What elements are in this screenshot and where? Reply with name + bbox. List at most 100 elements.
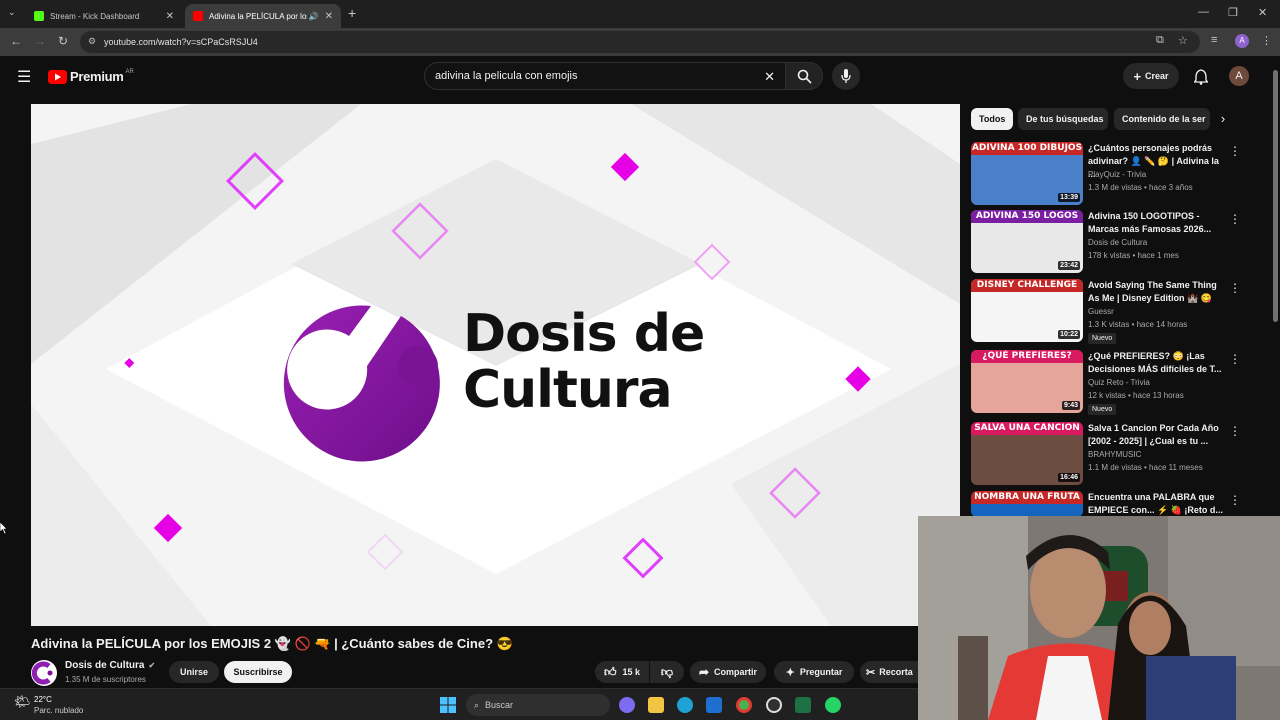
share-button[interactable]: ➦ Compartir bbox=[690, 661, 766, 683]
recommendation-thumbnail[interactable]: ¿QUÉ PREFIERES? 9:43 bbox=[971, 350, 1083, 413]
back-icon[interactable]: ← bbox=[10, 34, 22, 48]
page-scrollbar[interactable] bbox=[1271, 56, 1280, 516]
tab-search-icon[interactable]: ⌄ bbox=[8, 7, 16, 18]
recommendation-item[interactable]: NOMBRA UNA FRUTA Encuentra una PALABRA qu… bbox=[971, 491, 1261, 517]
browser-tab-bar: ⌄ Stream - Kick Dashboard ✕ Adivina la P… bbox=[0, 0, 1280, 28]
site-info-icon[interactable]: ⚙ bbox=[88, 36, 96, 47]
close-tab-icon[interactable]: ✕ bbox=[166, 11, 174, 22]
subscribe-button[interactable]: Suscribirse bbox=[224, 661, 292, 683]
search-button[interactable] bbox=[785, 62, 823, 90]
recommendation-channel[interactable]: BRAHYMUSIC bbox=[1088, 450, 1141, 459]
copilot-icon[interactable] bbox=[619, 697, 635, 713]
recommendation-thumbnail[interactable]: ADIVINA 100 DIBUJOS 13:39 bbox=[971, 142, 1083, 205]
tab-kick-dashboard[interactable]: Stream - Kick Dashboard ✕ bbox=[26, 4, 182, 28]
restore-icon[interactable]: ❐ bbox=[1228, 6, 1238, 19]
more-actions-icon[interactable]: ⋮ bbox=[1229, 281, 1241, 295]
address-bar[interactable]: ⚙ youtube.com/watch?v=sCPaCsRSJU4 bbox=[80, 31, 1200, 53]
chip-series-content[interactable]: Contenido de la ser bbox=[1114, 108, 1210, 130]
scrollbar-thumb[interactable] bbox=[1273, 70, 1278, 322]
youtube-favicon-icon bbox=[193, 11, 203, 21]
recommendation-channel[interactable]: Quiz Reto - Trivia bbox=[1088, 378, 1150, 387]
join-button[interactable]: Unirse bbox=[169, 661, 219, 683]
subscriber-count: 1.35 M de suscriptores bbox=[65, 675, 146, 684]
more-actions-icon[interactable]: ⋮ bbox=[1229, 424, 1241, 438]
video-player[interactable]: Dosis de Cultura bbox=[31, 104, 960, 626]
chip-from-searches[interactable]: De tus búsquedas bbox=[1018, 108, 1108, 130]
install-app-icon[interactable]: ⧉ bbox=[1156, 34, 1164, 47]
speaker-icon[interactable]: 🔊 bbox=[309, 12, 319, 21]
ask-button[interactable]: ✦ Preguntar bbox=[774, 661, 854, 683]
more-actions-icon[interactable]: ⋮ bbox=[1229, 493, 1241, 507]
recommendation-channel[interactable]: PlayQuiz - Trivia bbox=[1088, 170, 1146, 179]
recommendation-thumbnail[interactable]: SALVA UNA CANCION 16:46 bbox=[971, 422, 1083, 485]
edge-icon[interactable] bbox=[677, 697, 693, 713]
clip-button[interactable]: ✂ Recorta bbox=[860, 661, 918, 683]
temperature: 22°C bbox=[34, 695, 52, 704]
chip-all[interactable]: Todos bbox=[971, 108, 1013, 130]
file-explorer-icon[interactable] bbox=[648, 697, 664, 713]
profile-avatar[interactable]: A bbox=[1235, 34, 1249, 48]
thumbnail-banner: SALVA UNA CANCION bbox=[971, 422, 1083, 435]
more-actions-icon[interactable]: ⋮ bbox=[1229, 144, 1241, 158]
windows-start-icon[interactable] bbox=[440, 697, 456, 713]
youtube-logo[interactable]: Premium AR bbox=[48, 69, 134, 84]
share-icon: ➦ bbox=[698, 665, 710, 679]
excel-icon[interactable] bbox=[795, 697, 811, 713]
create-button[interactable]: + Crear bbox=[1123, 63, 1179, 89]
chrome-icon[interactable] bbox=[736, 697, 752, 713]
chips-next-icon[interactable]: › bbox=[1212, 108, 1234, 130]
new-tab-button[interactable]: + bbox=[348, 5, 356, 21]
recommendation-channel[interactable]: Dosis de Cultura bbox=[1088, 238, 1147, 247]
recommendation-item[interactable]: DISNEY CHALLENGE 10:22 Avoid Saying The Sa… bbox=[971, 279, 1261, 345]
recommendation-title[interactable]: Adivina 150 LOGOTIPOS - Marcas más Famos… bbox=[1088, 210, 1223, 236]
clear-search-icon[interactable]: ✕ bbox=[764, 69, 775, 85]
recommendation-item[interactable]: ¿QUÉ PREFIERES? 9:43 ¿Qué PREFIERES? 😳 ¡La… bbox=[971, 350, 1261, 416]
like-button[interactable]: 👍︎ 15 k bbox=[595, 661, 649, 683]
recommendation-title[interactable]: Salva 1 Cancion Por Cada Año [2002 - 202… bbox=[1088, 422, 1223, 448]
search-input[interactable]: adivina la pelicula con emojis ✕ bbox=[424, 62, 786, 90]
recommendation-thumbnail[interactable]: ADIVINA 150 LOGOS 23:42 bbox=[971, 210, 1083, 273]
video-title: Adivina la PELÍCULA por los EMOJIS 2 👻 🚫… bbox=[31, 636, 513, 651]
channel-logo-icon bbox=[31, 661, 53, 685]
recommendation-thumbnail[interactable]: DISNEY CHALLENGE 10:22 bbox=[971, 279, 1083, 342]
channel-avatar[interactable] bbox=[31, 660, 57, 686]
recommendation-title[interactable]: Avoid Saying The Same Thing As Me | Disn… bbox=[1088, 279, 1223, 305]
minimize-icon[interactable]: — bbox=[1198, 6, 1209, 18]
thumbnail-banner: NOMBRA UNA FRUTA bbox=[971, 491, 1083, 504]
logo-line-2: Cultura bbox=[463, 360, 673, 420]
more-actions-icon[interactable]: ⋮ bbox=[1229, 212, 1241, 226]
tab-media-icon[interactable]: ≡ bbox=[1211, 34, 1217, 46]
windows-taskbar: 🌤︎ 22°C Parc. nublado ⌕ Buscar bbox=[0, 688, 918, 720]
more-actions-icon[interactable]: ⋮ bbox=[1229, 352, 1241, 366]
recommendation-title[interactable]: Encuentra una PALABRA que EMPIECE con...… bbox=[1088, 491, 1223, 517]
tab-youtube-video[interactable]: Adivina la PELÍCULA por los 🔊 ✕ bbox=[185, 4, 341, 28]
recommendation-meta: 1.3 M de vistas • hace 3 años bbox=[1088, 183, 1193, 192]
bookmark-star-icon[interactable]: ☆ bbox=[1178, 34, 1188, 47]
notifications-bell-icon[interactable] bbox=[1194, 69, 1208, 85]
channel-name[interactable]: Dosis de Cultura ✔ bbox=[65, 660, 155, 671]
thumbs-down-icon: 👎︎ bbox=[660, 664, 674, 679]
browser-menu-icon[interactable]: ⋮ bbox=[1261, 34, 1272, 47]
close-tab-icon[interactable]: ✕ bbox=[325, 11, 333, 22]
recommendation-item[interactable]: ADIVINA 150 LOGOS 23:42 Adivina 150 LOGOTI… bbox=[971, 210, 1261, 276]
recommendation-item[interactable]: SALVA UNA CANCION 16:46 Salva 1 Cancion Po… bbox=[971, 422, 1261, 488]
account-avatar[interactable]: A bbox=[1229, 66, 1249, 86]
search-query: adivina la pelicula con emojis bbox=[435, 70, 578, 82]
recommendation-title[interactable]: ¿Qué PREFIERES? 😳 ¡Las Decisiones MÁS di… bbox=[1088, 350, 1223, 376]
forward-icon[interactable]: → bbox=[34, 34, 46, 48]
close-window-icon[interactable]: ✕ bbox=[1258, 6, 1267, 19]
microphone-icon bbox=[841, 69, 851, 83]
reload-icon[interactable]: ↻ bbox=[58, 34, 68, 48]
dislike-button[interactable]: 👎︎ bbox=[650, 661, 684, 683]
recommendation-item[interactable]: ADIVINA 100 DIBUJOS 13:39 ¿Cuántos persona… bbox=[971, 142, 1261, 208]
store-icon[interactable] bbox=[706, 697, 722, 713]
whatsapp-icon[interactable] bbox=[825, 697, 841, 713]
weather-icon[interactable]: 🌤︎ bbox=[14, 694, 31, 710]
taskbar-search[interactable]: ⌕ Buscar bbox=[466, 694, 610, 716]
recommendation-thumbnail[interactable]: NOMBRA UNA FRUTA bbox=[971, 491, 1083, 517]
obs-icon[interactable] bbox=[766, 697, 782, 713]
region-code: AR bbox=[125, 68, 134, 75]
voice-search-button[interactable] bbox=[832, 62, 860, 90]
recommendation-channel[interactable]: Guessr bbox=[1088, 307, 1114, 316]
guide-menu-icon[interactable]: ☰ bbox=[17, 67, 31, 87]
